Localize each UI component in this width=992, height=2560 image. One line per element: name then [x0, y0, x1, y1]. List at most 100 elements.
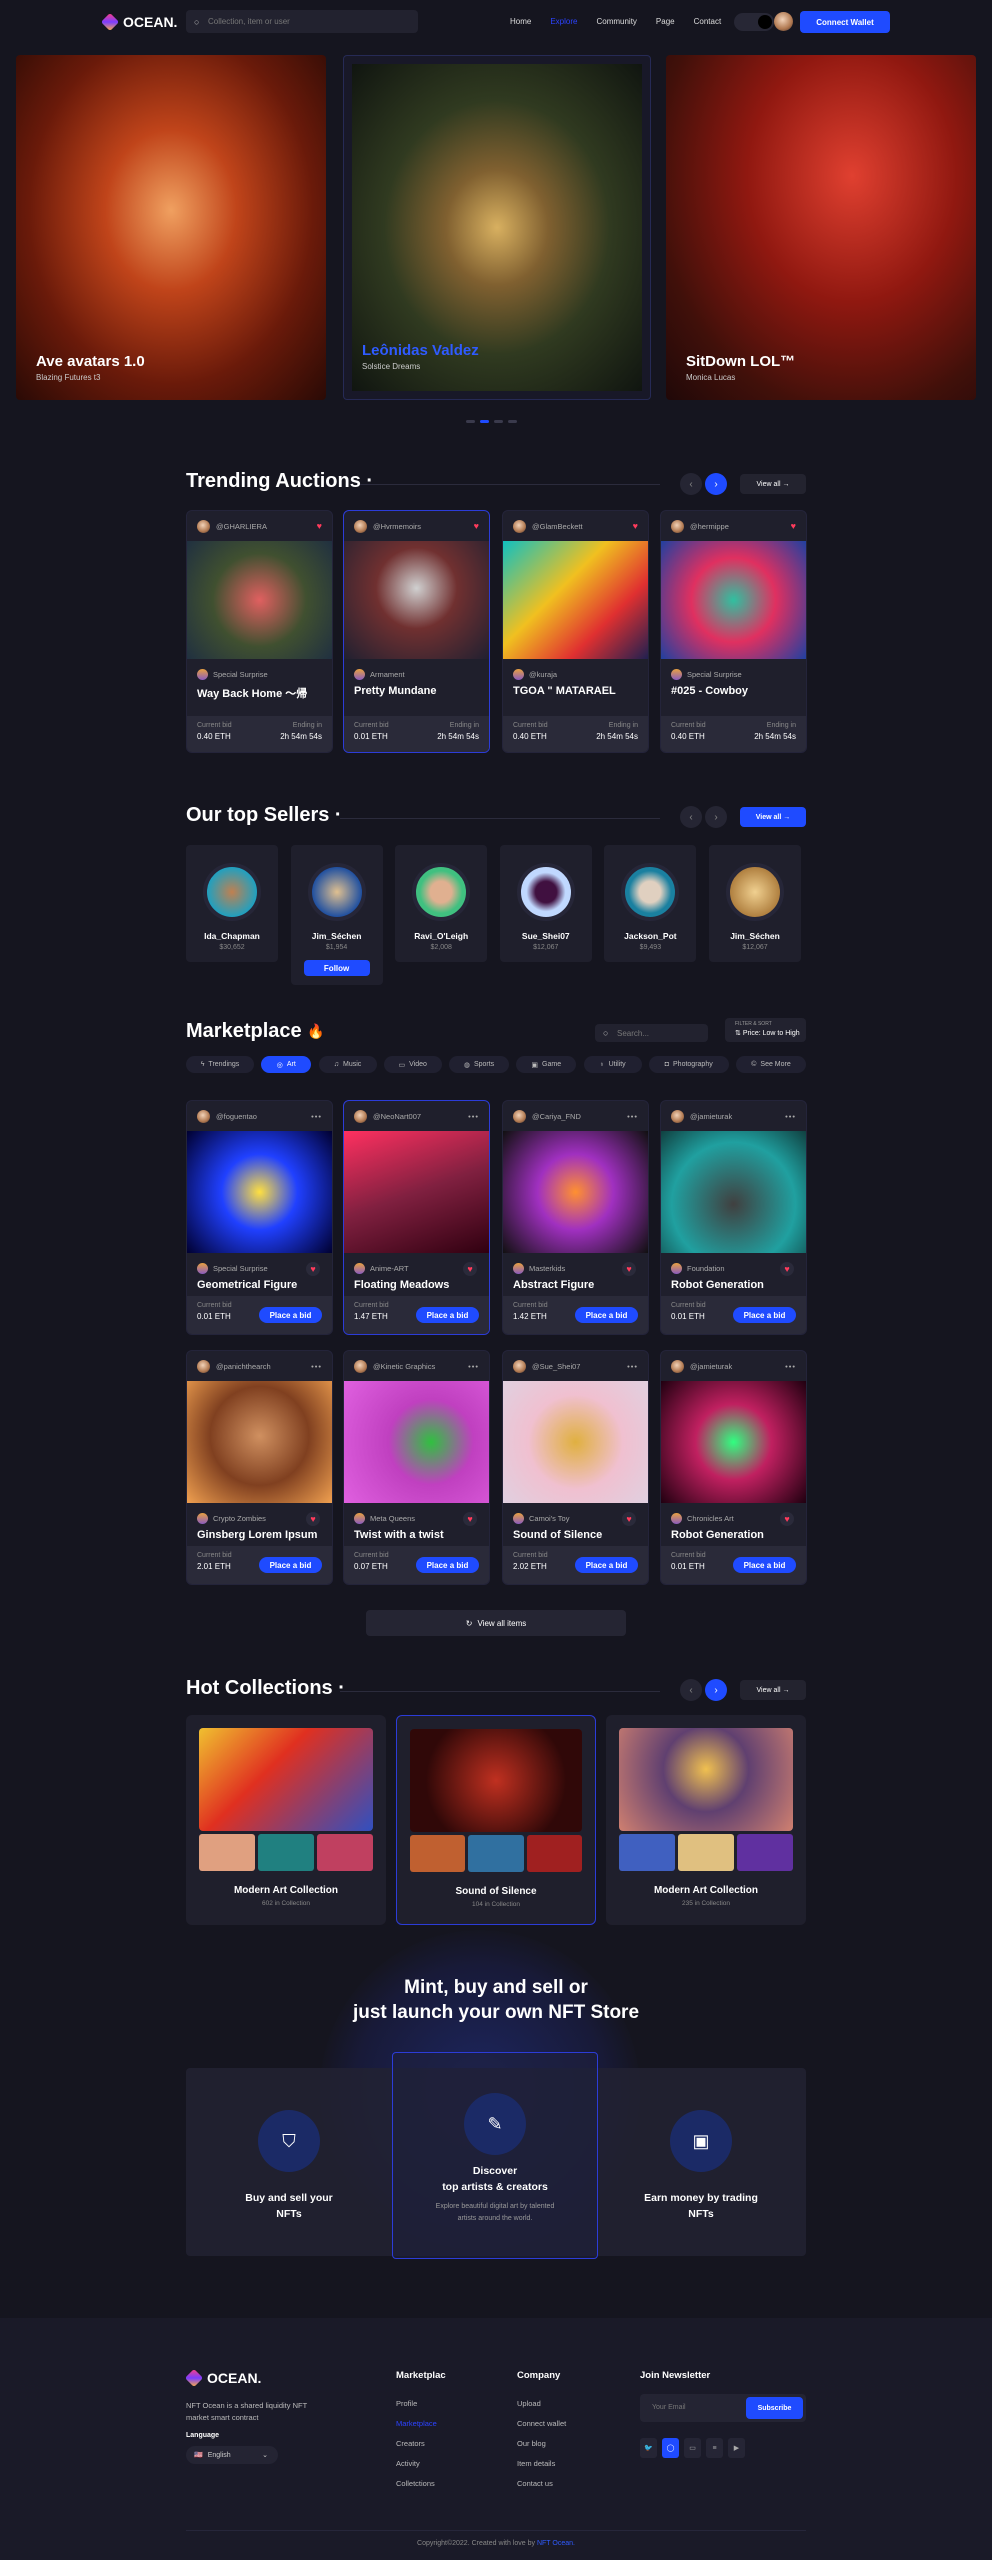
seller-name[interactable]: Ida_Chapman	[186, 931, 278, 941]
seller-card[interactable]: Jim_Séchen $1,954 Follow	[290, 845, 383, 985]
collection-thumbnail[interactable]	[737, 1834, 793, 1871]
more-options-icon[interactable]: •••	[311, 1362, 322, 1371]
category-chip-game[interactable]: ▣ Game	[516, 1056, 577, 1073]
heart-icon[interactable]: ♥	[791, 521, 796, 531]
nft-image[interactable]	[187, 541, 332, 659]
youtube-icon[interactable]: ▶	[728, 2438, 745, 2458]
place-bid-button[interactable]: Place a bid	[733, 1557, 796, 1573]
place-bid-button[interactable]: Place a bid	[259, 1557, 322, 1573]
collection-thumbnail[interactable]	[526, 1835, 582, 1872]
nft-card[interactable]: @foguentao ••• Special Surprise ♥ Geometrica…	[186, 1100, 333, 1335]
view-all-items-button[interactable]: ↻ View all items	[366, 1610, 626, 1636]
nft-image[interactable]	[503, 1131, 648, 1253]
creator-handle[interactable]: @jamieturak	[690, 1112, 732, 1121]
creator-handle[interactable]: @jamieturak	[690, 1362, 732, 1371]
nft-image[interactable]	[503, 1381, 648, 1503]
footer-link-item-details[interactable]: Item details	[517, 2459, 566, 2468]
language-select[interactable]: 🇺🇸 English ⌄	[186, 2446, 278, 2464]
next-arrow[interactable]: ›	[705, 473, 727, 495]
next-arrow[interactable]: ›	[705, 1679, 727, 1701]
more-options-icon[interactable]: •••	[468, 1362, 479, 1371]
category-chip-music[interactable]: ♫ Music	[318, 1056, 377, 1073]
database-icon[interactable]: ≡	[706, 2438, 723, 2458]
footer-link-creators[interactable]: Creators	[396, 2439, 446, 2448]
auction-card[interactable]: @Hvrmemoirs ♥ Armament Pretty Mundane Curren…	[343, 510, 490, 753]
seller-avatar[interactable]	[621, 863, 680, 921]
nav-link-contact[interactable]: Contact	[694, 17, 722, 26]
nft-image[interactable]	[661, 1131, 806, 1253]
logo[interactable]: OCEAN.	[100, 12, 177, 32]
carousel-dot[interactable]	[466, 420, 475, 423]
footer-link-activity[interactable]: Activity	[396, 2459, 446, 2468]
nft-card[interactable]: @panichthearch ••• Crypto Zombies ♥ Ginsberg…	[186, 1350, 333, 1585]
auction-card[interactable]: @GHARLIERA ♥ Special Surprise Way Back Home…	[186, 510, 333, 753]
seller-avatar[interactable]	[203, 863, 261, 921]
heart-icon[interactable]: ♥	[780, 1511, 794, 1526]
collection-cover-image[interactable]	[619, 1728, 793, 1831]
nft-image[interactable]	[661, 541, 806, 659]
nft-card[interactable]: @NeoNart007 ••• Anime-ART ♥ Floating Meadows…	[343, 1100, 490, 1335]
creator-handle[interactable]: @Cariya_FND	[532, 1112, 581, 1121]
seller-card[interactable]: Ida_Chapman $30,652	[186, 845, 278, 962]
heart-icon[interactable]: ♥	[474, 521, 479, 531]
nft-image[interactable]	[344, 541, 489, 659]
seller-card[interactable]: Jackson_Pot $9,493	[604, 845, 697, 962]
heart-icon[interactable]: ♥	[463, 1261, 477, 1276]
nft-image[interactable]	[187, 1381, 332, 1503]
creator-handle[interactable]: @Sue_Shei07	[532, 1362, 580, 1371]
heart-icon[interactable]: ♥	[306, 1511, 320, 1526]
follow-button[interactable]: Follow	[303, 960, 370, 976]
seller-card[interactable]: Ravi_O'Leigh $2,008	[395, 845, 488, 962]
collection-cover-image[interactable]	[199, 1728, 373, 1831]
nft-card[interactable]: @jamieturak ••• Chronicles Art ♥ Robot Gener…	[660, 1350, 807, 1585]
place-bid-button[interactable]: Place a bid	[733, 1307, 796, 1323]
heart-icon[interactable]: ♥	[780, 1261, 794, 1276]
heart-icon[interactable]: ♥	[306, 1261, 320, 1276]
hero-card[interactable]: SitDown LOL™ Monica Lucas	[666, 55, 976, 400]
creator-handle[interactable]: @panichthearch	[216, 1362, 271, 1371]
collection-cover-image[interactable]	[410, 1729, 582, 1832]
seller-card[interactable]: Jim_Séchen $12,067	[709, 845, 801, 962]
nav-link-community[interactable]: Community	[596, 17, 636, 26]
place-bid-button[interactable]: Place a bid	[575, 1557, 638, 1573]
more-options-icon[interactable]: •••	[468, 1112, 479, 1121]
creator-handle[interactable]: @foguentao	[216, 1112, 257, 1121]
place-bid-button[interactable]: Place a bid	[575, 1307, 638, 1323]
view-all-button[interactable]: View all →	[740, 474, 806, 494]
next-arrow[interactable]: ›	[705, 806, 727, 828]
view-all-button[interactable]: View all →	[740, 807, 806, 827]
seller-name[interactable]: Jackson_Pot	[604, 931, 696, 941]
footer-link-contact-us[interactable]: Contact us	[517, 2479, 566, 2488]
category-chip-sports[interactable]: ◍ Sports	[449, 1056, 509, 1073]
nft-image[interactable]	[503, 541, 648, 659]
collection-thumbnail[interactable]	[468, 1835, 524, 1872]
creator-handle[interactable]: @GlamBeckett	[532, 522, 583, 531]
seller-card[interactable]: Sue_Shei07 $12,067	[499, 845, 592, 962]
seller-name[interactable]: Ravi_O'Leigh	[395, 931, 487, 941]
marketplace-search-input[interactable]: Search...	[595, 1024, 708, 1042]
seller-avatar[interactable]	[516, 863, 575, 921]
place-bid-button[interactable]: Place a bid	[416, 1557, 479, 1573]
category-chip-utility[interactable]: ♁ Utility	[583, 1056, 642, 1073]
collection-card[interactable]: Sound of Silence 104 in Collection	[396, 1715, 596, 1925]
collection-thumbnail[interactable]	[317, 1834, 373, 1871]
nav-link-page[interactable]: Page	[656, 17, 675, 26]
creator-handle[interactable]: @hermippe	[690, 522, 729, 531]
theme-toggle[interactable]	[734, 13, 774, 31]
category-chip-trendings[interactable]: ϟ Trendings	[186, 1056, 254, 1073]
user-avatar[interactable]	[774, 12, 793, 31]
nft-card[interactable]: @Sue_Shei07 ••• Camoi's Toy ♥ Sound of Silen…	[502, 1350, 649, 1585]
nft-image[interactable]	[661, 1381, 806, 1503]
collection-thumbnail[interactable]	[678, 1834, 734, 1871]
more-options-icon[interactable]: •••	[785, 1362, 796, 1371]
nav-link-home[interactable]: Home	[510, 17, 531, 26]
twitter-icon[interactable]: 🐦	[640, 2438, 657, 2458]
collection-thumbnail[interactable]	[199, 1834, 255, 1871]
category-chip-video[interactable]: ▭ Video	[383, 1056, 442, 1073]
category-chip-see-more[interactable]: © See More	[736, 1056, 806, 1073]
collection-thumbnail[interactable]	[258, 1834, 314, 1871]
creator-handle[interactable]: @Hvrmemoirs	[373, 522, 421, 531]
place-bid-button[interactable]: Place a bid	[416, 1307, 479, 1323]
collection-name[interactable]: Modern Art Collection	[606, 1885, 806, 1896]
copyright-link[interactable]: NFT Ocean.	[537, 2540, 575, 2547]
